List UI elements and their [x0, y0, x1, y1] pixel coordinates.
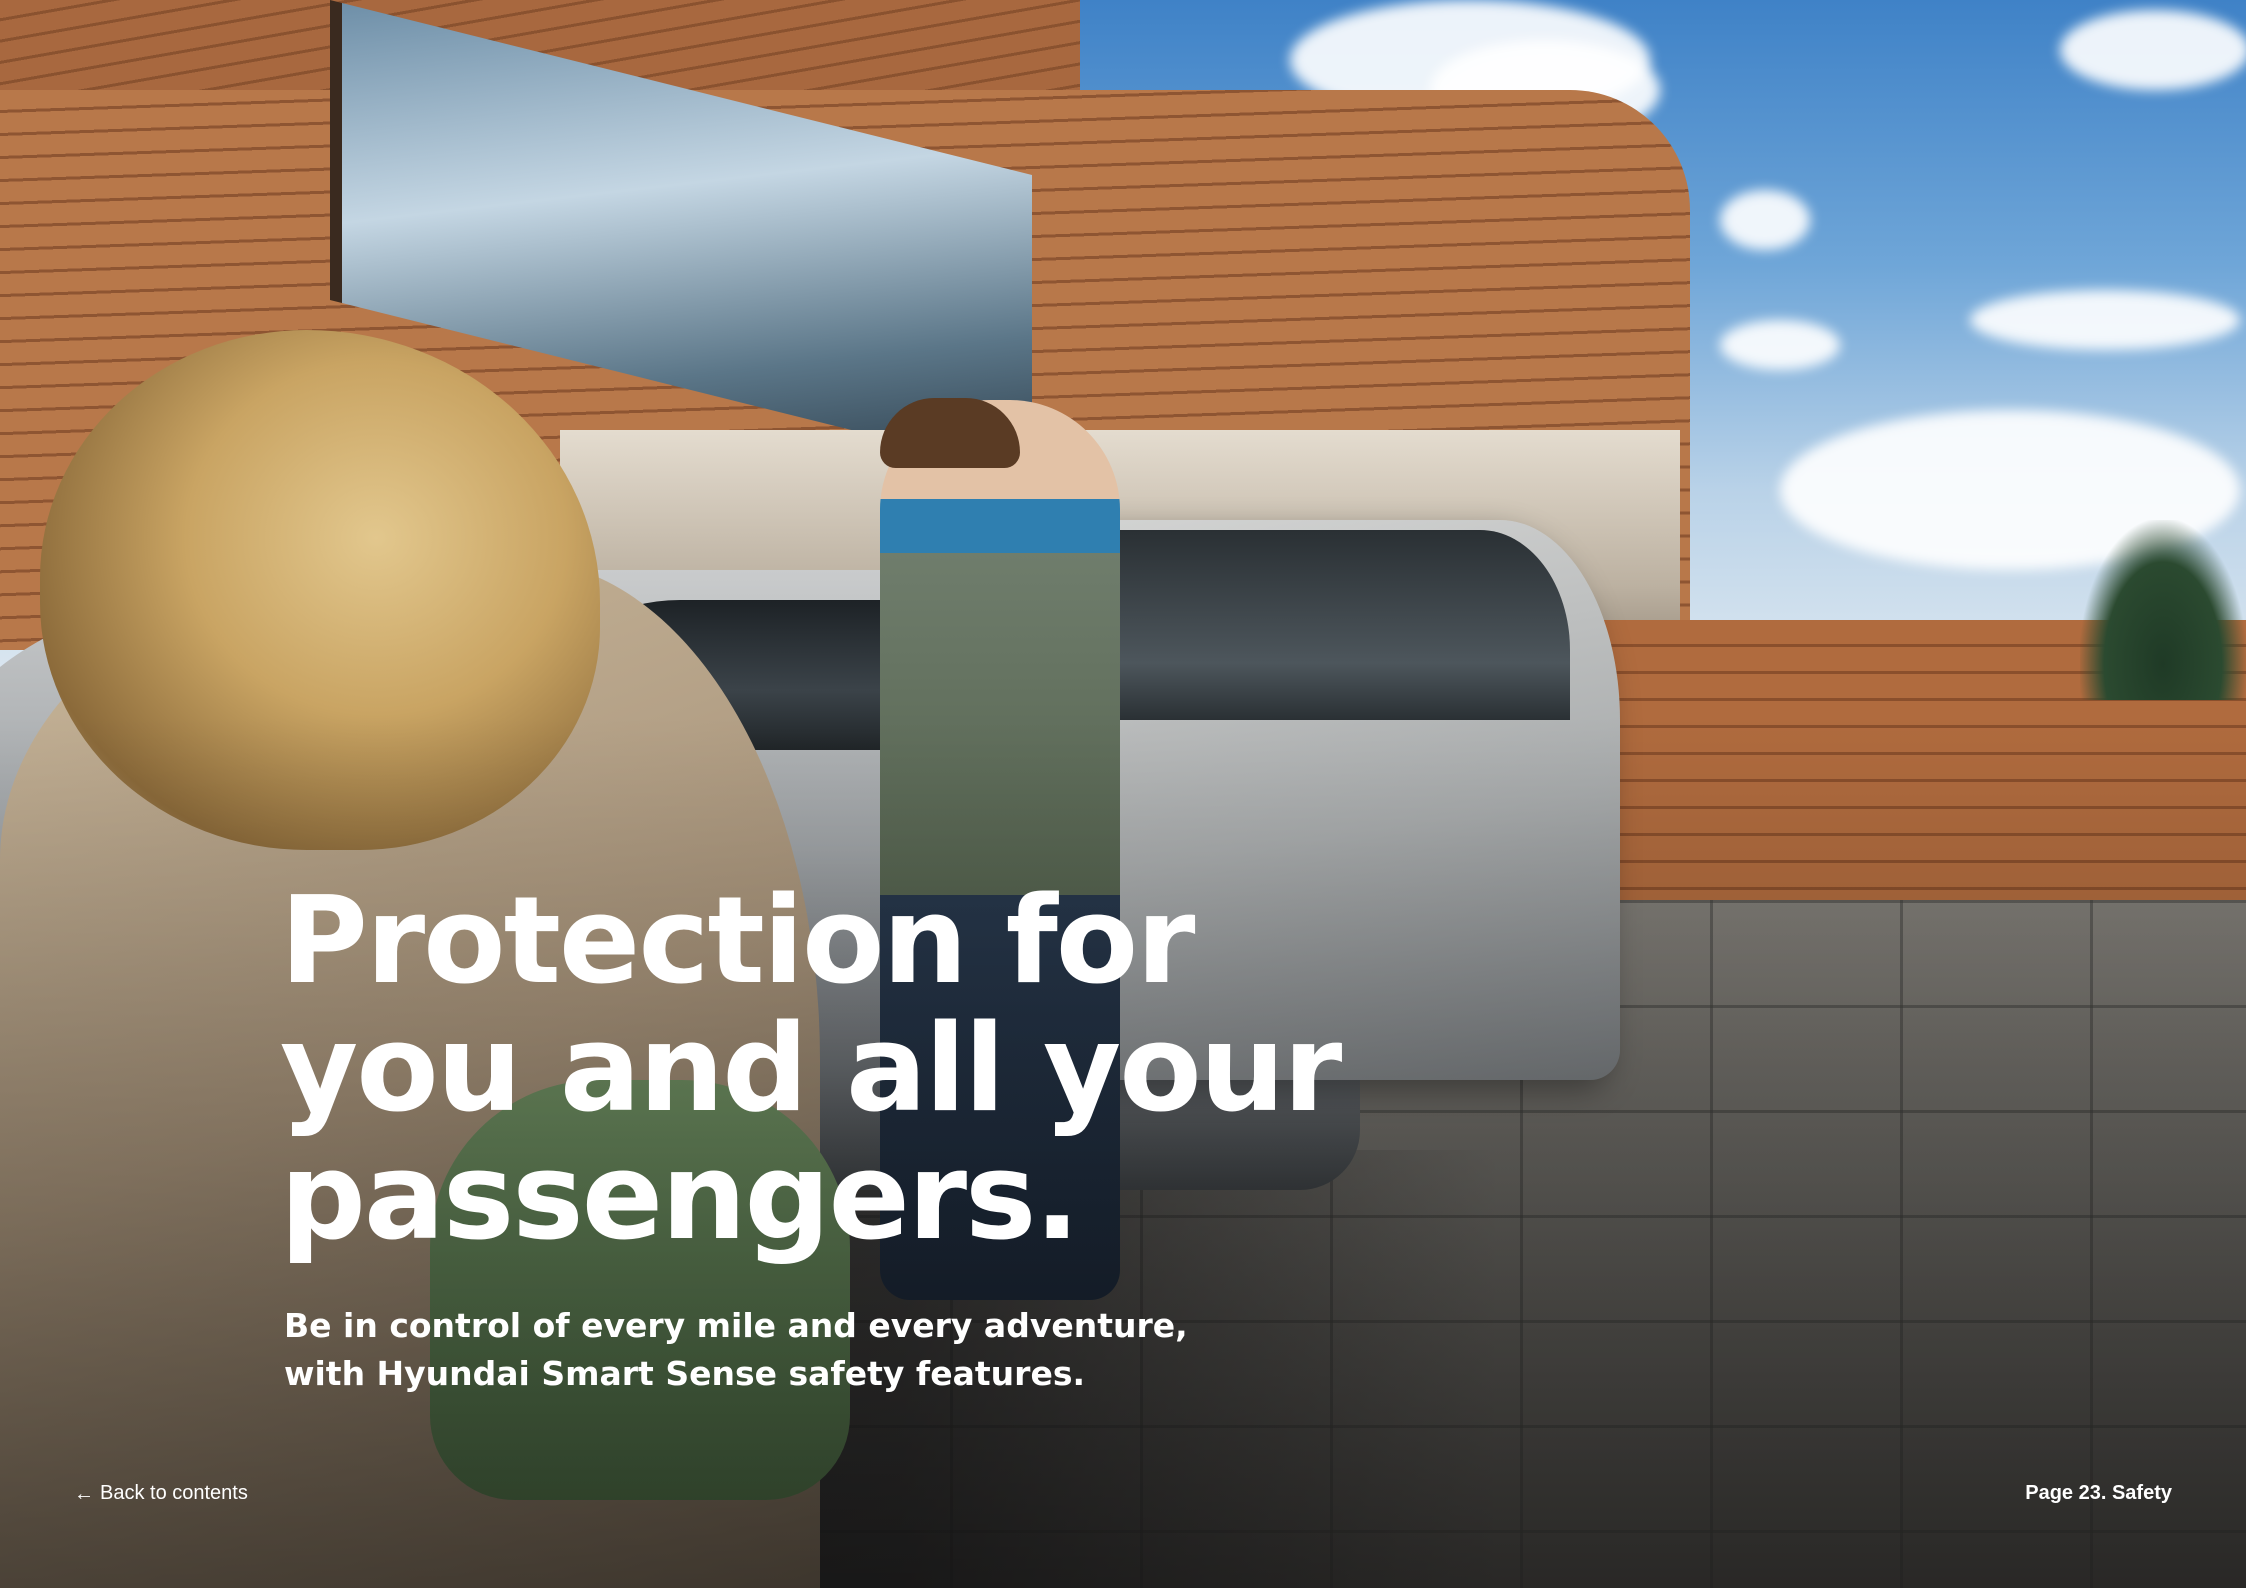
page-number-label: Page 23. Safety — [2025, 1482, 2172, 1504]
back-to-contents-label: Back to contents — [100, 1482, 248, 1504]
page-headline: Protection for you and all your passenge… — [280, 878, 1380, 1262]
brochure-page: Protection for you and all your passenge… — [0, 0, 2246, 1588]
subheading-line: Be in control of every mile and every ad… — [284, 1306, 1188, 1345]
headline-line: Protection for — [280, 872, 1195, 1011]
headline-line: passengers. — [280, 1128, 1080, 1267]
arrow-left-icon: ← — [74, 1482, 94, 1505]
headline-line: you and all your — [280, 1000, 1342, 1139]
page-subheading: Be in control of every mile and every ad… — [284, 1302, 1284, 1398]
back-to-contents-link[interactable]: ← Back to contents — [74, 1482, 248, 1505]
subheading-line: with Hyundai Smart Sense safety features… — [284, 1354, 1086, 1393]
